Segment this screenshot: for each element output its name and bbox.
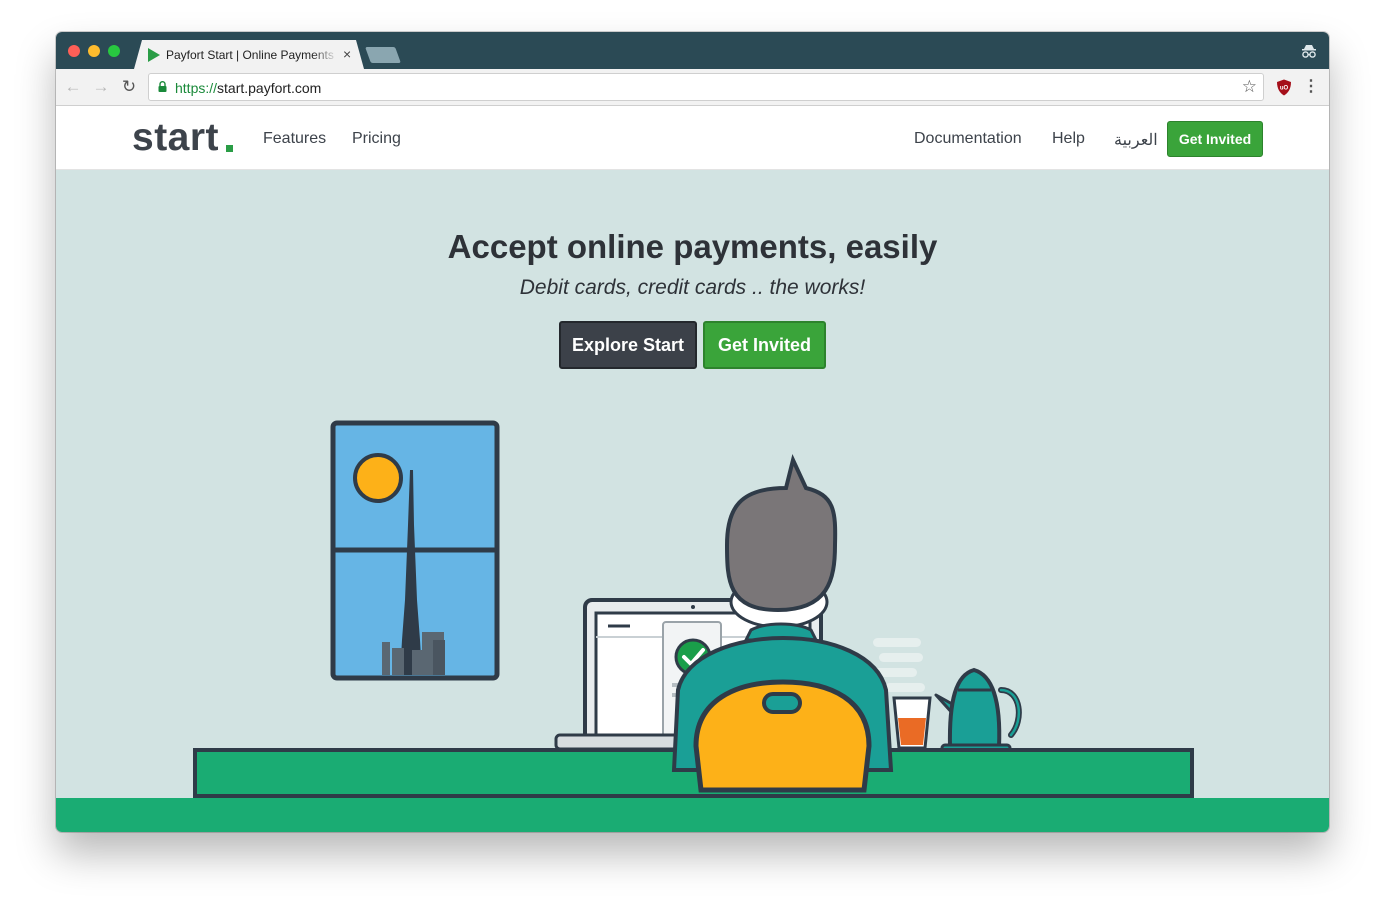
lock-icon [158,81,167,92]
menu-icon[interactable]: ⋮ [1303,77,1319,97]
browser-toolbar: ← → ↻ https://start.payfort.com ☆ uO ⋮ [56,69,1329,106]
chair-handle-icon [762,692,802,714]
chair-illustration [693,679,872,793]
sun-icon [353,453,403,503]
nav-documentation-link[interactable]: Documentation [914,130,1022,148]
minimize-window-button[interactable] [88,45,100,57]
payfort-favicon-icon [148,48,160,62]
address-bar[interactable]: https://start.payfort.com ☆ [148,73,1264,101]
hero-illustration [56,418,1329,832]
url-text: https://start.payfort.com [175,80,321,96]
zoom-window-button[interactable] [108,45,120,57]
new-tab-button[interactable] [365,47,401,63]
tea-glass-icon [892,696,932,750]
tab-strip: Payfort Start | Online Payments × [56,32,1329,69]
close-window-button[interactable] [68,45,80,57]
browser-tab[interactable]: Payfort Start | Online Payments × [134,40,364,69]
hero-title: Accept online payments, easily [447,228,938,265]
ublock-icon[interactable]: uO [1276,79,1292,96]
bookmark-star-icon[interactable]: ☆ [1242,77,1257,97]
window-illustration [330,420,500,681]
forward-arrow-icon[interactable]: → [92,78,110,96]
hero-get-invited-button[interactable]: Get Invited [703,321,826,369]
svg-text:uO: uO [1280,86,1289,92]
start-logo[interactable]: start [132,116,219,160]
back-arrow-icon[interactable]: ← [64,78,82,96]
url-scheme: https:// [175,80,218,96]
logo-dot-icon [226,145,233,152]
nav-pricing-link[interactable]: Pricing [352,130,401,148]
tab-title: Payfort Start | Online Payments [166,48,334,62]
header-get-invited-button[interactable]: Get Invited [1167,121,1263,157]
nav-features-link[interactable]: Features [263,130,326,148]
browser-window: Payfort Start | Online Payments × ← → ↻ … [56,32,1329,832]
site-header: start Features Pricing Documentation Hel… [56,106,1329,170]
floor-band [56,798,1329,832]
tab-close-icon[interactable]: × [343,46,351,62]
reload-icon[interactable]: ↻ [120,78,138,96]
nav-help-link[interactable]: Help [1052,130,1085,148]
url-host: start.payfort.com [217,80,322,96]
nav-arabic-link[interactable]: العربية [1114,130,1158,150]
hero-section: Accept online payments, easily Debit car… [56,170,1329,832]
hero-subtitle: Debit cards, credit cards .. the works! [519,276,866,299]
explore-start-button[interactable]: Explore Start [559,321,697,369]
incognito-icon [1302,45,1316,58]
